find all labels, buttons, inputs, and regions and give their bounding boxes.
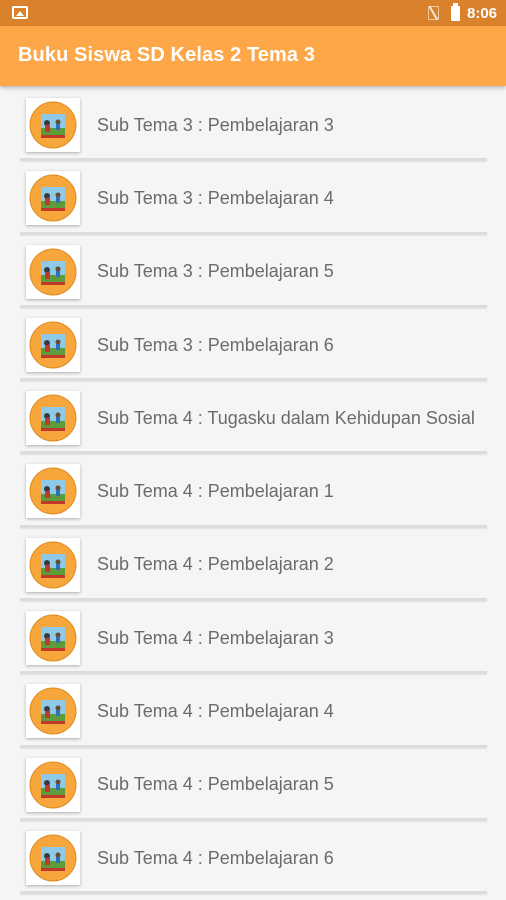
list-item-label: Sub Tema 4 : Pembelajaran 4 (97, 701, 334, 722)
status-time: 8:06 (467, 5, 498, 22)
book-cover-icon (26, 830, 80, 885)
list-item-label: Sub Tema 4 : Pembelajaran 3 (97, 627, 334, 648)
book-cover-icon (26, 244, 80, 299)
list-item[interactable]: Sub Tema 3 : Pembelajaran 4 (20, 161, 487, 235)
list-item[interactable]: Sub Tema 4 : Pembelajaran 2 (20, 528, 487, 602)
status-bar: 8:06 (0, 0, 506, 26)
list-item[interactable]: Sub Tema 3 : Pembelajaran 6 (20, 308, 487, 382)
list-item[interactable]: Sub Tema 4 : Pembelajaran 1 (20, 454, 487, 528)
app-bar: Buku Siswa SD Kelas 2 Tema 3 (0, 26, 506, 86)
list-item-label: Sub Tema 4 : Tugasku dalam Kehidupan Sos… (97, 407, 475, 428)
list-item[interactable]: Sub Tema 3 : Pembelajaran 3 (20, 88, 487, 162)
book-cover-icon (26, 391, 80, 446)
list-item[interactable]: Sub Tema 3 : Pembelajaran 5 (20, 235, 487, 308)
list-item[interactable]: Sub Tema 4 : Pembelajaran 5 (20, 748, 487, 821)
lesson-list: Sub Tema 3 : Pembelajaran 3 Sub Tema 3 :… (20, 88, 487, 895)
book-cover-icon (26, 611, 80, 666)
list-item-label: Sub Tema 3 : Pembelajaran 4 (97, 187, 334, 208)
book-cover-icon (26, 757, 80, 812)
list-item-label: Sub Tema 4 : Pembelajaran 5 (97, 774, 334, 795)
list-item-label: Sub Tema 4 : Pembelajaran 1 (97, 481, 334, 502)
list-item-label: Sub Tema 3 : Pembelajaran 6 (97, 334, 334, 355)
list-item-label: Sub Tema 3 : Pembelajaran 3 (97, 114, 334, 135)
book-cover-icon (26, 98, 80, 152)
list-item[interactable]: Sub Tema 4 : Pembelajaran 3 (20, 601, 487, 675)
divider (20, 891, 487, 895)
book-cover-icon (26, 464, 80, 519)
page-title: Buku Siswa SD Kelas 2 Tema 3 (18, 44, 315, 66)
book-cover-icon (26, 317, 80, 372)
list-item-label: Sub Tema 4 : Pembelajaran 6 (97, 847, 334, 868)
list-item[interactable]: Sub Tema 4 : Pembelajaran 4 (20, 674, 487, 748)
book-cover-icon (26, 171, 80, 226)
list-item-label: Sub Tema 4 : Pembelajaran 2 (97, 554, 334, 575)
no-sim-icon (428, 6, 439, 20)
battery-icon (451, 3, 460, 21)
list-item[interactable]: Sub Tema 4 : Pembelajaran 6 (20, 821, 487, 895)
image-notification-icon (12, 6, 28, 19)
book-cover-icon (26, 537, 80, 592)
list-item[interactable]: Sub Tema 4 : Tugasku dalam Kehidupan Sos… (20, 381, 487, 455)
book-cover-icon (26, 684, 80, 739)
list-item-label: Sub Tema 3 : Pembelajaran 5 (97, 261, 334, 282)
